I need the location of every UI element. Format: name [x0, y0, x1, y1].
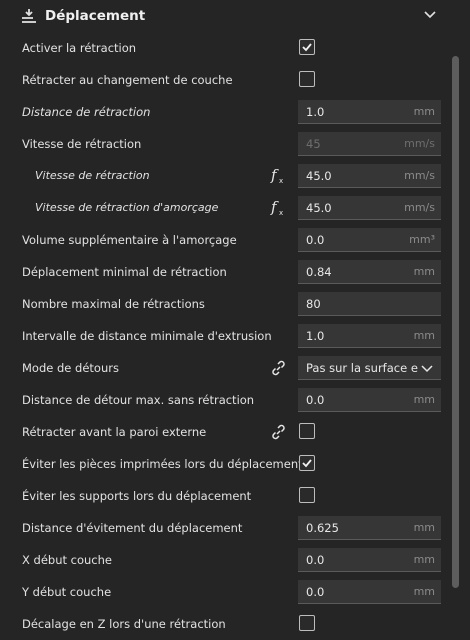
input-value: 0.0 — [306, 585, 325, 599]
layer-start-x-input[interactable]: 0.0 mm — [298, 548, 441, 572]
setting-row-combing-mode: Mode de détours Pas sur la surface e... — [0, 352, 450, 384]
setting-row-retract-layer-change: Rétracter au changement de couche — [0, 64, 450, 96]
min-travel-input[interactable]: 0.84 mm — [298, 260, 441, 284]
extra-prime-amount-input[interactable]: 0.0 mm³ — [298, 228, 441, 252]
input-value: 45 — [306, 137, 321, 151]
setting-row-extra-prime-amount: Volume supplémentaire à l'amorçage 0.0 m… — [0, 224, 450, 256]
retraction-speed-input[interactable]: 45 mm/s — [298, 132, 441, 156]
setting-row-retraction-speed: Vitesse de rétraction 45 mm/s — [0, 128, 450, 160]
travel-icon — [22, 9, 36, 23]
setting-row-retract-before-outer-wall: Rétracter avant la paroi externe — [0, 416, 450, 448]
retraction-enable-checkbox[interactable] — [299, 39, 315, 55]
retract-layer-change-checkbox[interactable] — [299, 71, 315, 87]
function-icon[interactable]: f x — [270, 166, 286, 186]
setting-label: Rétracter au changement de couche — [22, 73, 233, 87]
layer-start-y-input[interactable]: 0.0 mm — [298, 580, 441, 604]
input-value: 1.0 — [306, 329, 325, 343]
input-unit: mm/s — [404, 169, 435, 182]
input-unit: mm — [413, 393, 435, 406]
setting-row-avoid-printed-parts: Éviter les pièces imprimées lors du dépl… — [0, 448, 450, 480]
z-hop-checkbox[interactable] — [299, 615, 315, 631]
setting-label: Y début couche — [22, 585, 112, 599]
input-value: 0.0 — [306, 393, 325, 407]
setting-label: Activer la rétraction — [22, 41, 137, 55]
link-icon[interactable] — [270, 424, 287, 440]
input-value: 1.0 — [306, 105, 325, 119]
combing-mode-select[interactable]: Pas sur la surface e... — [298, 356, 441, 380]
retraction-distance-input[interactable]: 1.0 mm — [298, 100, 441, 124]
setting-row-max-count: Nombre maximal de rétractions 80 — [0, 288, 450, 320]
checkmark-icon — [302, 43, 312, 52]
setting-row-extrusion-window: Intervalle de distance minimale d'extrus… — [0, 320, 450, 352]
input-value: 45.0 — [306, 201, 332, 215]
input-unit: mm — [413, 105, 435, 118]
setting-label: Décalage en Z lors d'une rétraction — [22, 617, 226, 631]
input-value: 0.0 — [306, 553, 325, 567]
setting-label: Nombre maximal de rétractions — [22, 297, 205, 311]
setting-row-avoid-distance: Distance d'évitement du déplacement 0.62… — [0, 512, 450, 544]
input-unit: mm/s — [404, 201, 435, 214]
setting-label: Mode de détours — [22, 361, 119, 375]
input-value: 0.0 — [306, 233, 325, 247]
input-value: 80 — [306, 297, 321, 311]
svg-text:f: f — [270, 198, 279, 216]
setting-row-combing-max-distance: Distance de détour max. sans rétraction … — [0, 384, 450, 416]
input-unit: mm — [413, 329, 435, 342]
retract-before-outer-wall-checkbox[interactable] — [299, 423, 315, 439]
setting-row-min-travel: Déplacement minimal de rétraction 0.84 m… — [0, 256, 450, 288]
function-icon[interactable]: f x — [270, 198, 286, 218]
setting-label: Intervalle de distance minimale d'extrus… — [22, 329, 272, 343]
setting-label: Distance d'évitement du déplacement — [22, 521, 243, 535]
chevron-down-icon[interactable] — [423, 9, 437, 21]
svg-text:f: f — [270, 166, 279, 184]
input-unit: mm — [413, 585, 435, 598]
input-value: 0.84 — [306, 265, 332, 279]
setting-label: Rétracter avant la paroi externe — [22, 425, 207, 439]
setting-label: Vitesse de rétraction — [22, 137, 142, 151]
input-unit: mm — [413, 553, 435, 566]
max-count-input[interactable]: 80 — [298, 292, 441, 316]
setting-row-z-hop: Décalage en Z lors d'une rétraction — [0, 608, 450, 640]
setting-label: Éviter les supports lors du déplacement — [22, 489, 252, 503]
link-icon[interactable] — [270, 360, 287, 376]
scrollbar-thumb[interactable] — [452, 56, 459, 588]
setting-row-retraction-enable: Activer la rétraction — [0, 32, 450, 64]
setting-label: X début couche — [22, 553, 112, 567]
avoid-distance-input[interactable]: 0.625 mm — [298, 516, 441, 540]
select-value: Pas sur la surface e... — [306, 361, 418, 375]
avoid-printed-parts-checkbox[interactable] — [299, 455, 315, 471]
chevron-down-icon — [421, 365, 433, 373]
checkmark-icon — [302, 459, 312, 468]
input-value: 45.0 — [306, 169, 332, 183]
setting-label: Vitesse de rétraction d'amorçage — [35, 201, 219, 214]
setting-row-layer-start-x: X début couche 0.0 mm — [0, 544, 450, 576]
extrusion-window-input[interactable]: 1.0 mm — [298, 324, 441, 348]
setting-label: Éviter les pièces imprimées lors du dépl… — [22, 457, 303, 471]
setting-label: Déplacement minimal de rétraction — [22, 265, 227, 279]
setting-row-retraction-retract-speed: Vitesse de rétraction f x 45.0 mm/s — [0, 160, 450, 192]
setting-row-layer-start-y: Y début couche 0.0 mm — [0, 576, 450, 608]
avoid-supports-checkbox[interactable] — [299, 487, 315, 503]
section-header[interactable]: Déplacement — [0, 0, 470, 32]
setting-row-avoid-supports: Éviter les supports lors du déplacement — [0, 480, 450, 512]
retraction-prime-speed-input[interactable]: 45.0 mm/s — [298, 196, 441, 220]
setting-row-retraction-distance: Distance de rétraction 1.0 mm — [0, 96, 450, 128]
input-unit: mm — [413, 521, 435, 534]
svg-text:x: x — [279, 177, 283, 185]
svg-text:x: x — [279, 209, 283, 217]
setting-row-retraction-prime-speed: Vitesse de rétraction d'amorçage f x 45.… — [0, 192, 450, 224]
retraction-retract-speed-input[interactable]: 45.0 mm/s — [298, 164, 441, 188]
input-unit: mm/s — [404, 137, 435, 150]
setting-label: Distance de rétraction — [22, 105, 151, 119]
input-unit: mm³ — [409, 233, 435, 246]
setting-label: Distance de détour max. sans rétraction — [22, 393, 255, 407]
setting-label: Volume supplémentaire à l'amorçage — [22, 233, 237, 247]
combing-max-distance-input[interactable]: 0.0 mm — [298, 388, 441, 412]
input-unit: mm — [413, 265, 435, 278]
input-value: 0.625 — [306, 521, 339, 535]
section-title: Déplacement — [45, 8, 146, 24]
setting-label: Vitesse de rétraction — [35, 169, 150, 182]
